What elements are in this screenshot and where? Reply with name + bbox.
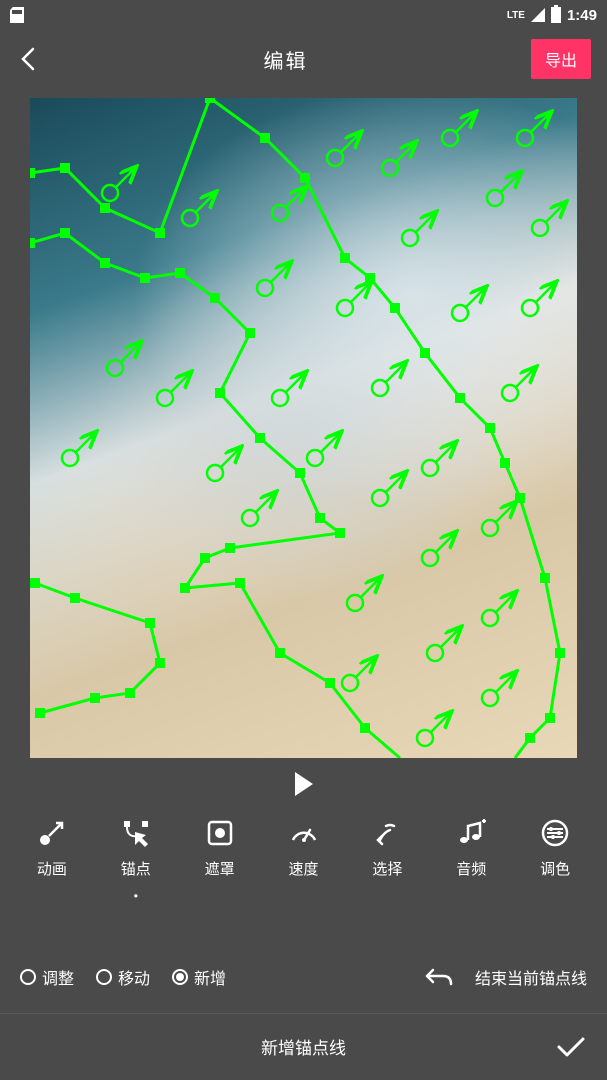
tool-mask[interactable]: 遮罩 <box>180 810 260 909</box>
signal-icon <box>531 8 545 22</box>
toolbar: 动画 锚点 遮罩 速度 选择 音频 调色 <box>0 810 607 909</box>
battery-icon <box>551 7 561 23</box>
export-button[interactable]: 导出 <box>531 39 591 79</box>
select-icon <box>370 816 404 850</box>
tool-color[interactable]: 调色 <box>515 810 595 909</box>
tool-label: 速度 <box>289 858 319 879</box>
status-time: 1:49 <box>567 7 597 24</box>
radio-label: 移动 <box>118 965 150 989</box>
sd-card-icon <box>10 7 24 23</box>
tool-select[interactable]: 选择 <box>347 810 427 909</box>
play-bar <box>0 758 607 810</box>
tool-label: 锚点 <box>121 858 151 879</box>
radio-label: 调整 <box>42 965 74 989</box>
tool-label: 动画 <box>37 858 67 879</box>
bottom-bar: 新增锚点线 <box>0 1013 607 1079</box>
tool-label: 音频 <box>456 858 486 879</box>
status-bar: LTE 1:49 <box>0 0 607 30</box>
speed-icon <box>287 816 321 850</box>
anchor-overlay <box>30 98 577 758</box>
confirm-button[interactable] <box>555 1035 587 1059</box>
color-icon <box>538 816 572 850</box>
tool-label: 调色 <box>540 858 570 879</box>
radio-label: 新增 <box>194 965 226 989</box>
back-button[interactable] <box>16 47 40 71</box>
network-label: LTE <box>507 10 525 21</box>
play-button[interactable] <box>295 772 313 796</box>
audio-icon <box>454 816 488 850</box>
mask-icon <box>203 816 237 850</box>
tool-anchor[interactable]: 锚点 <box>96 810 176 909</box>
animation-icon <box>35 816 69 850</box>
editor-canvas[interactable] <box>30 98 577 758</box>
tool-label: 选择 <box>372 858 402 879</box>
tool-audio[interactable]: 音频 <box>431 810 511 909</box>
radio-move[interactable]: 移动 <box>96 965 150 989</box>
anchor-mode-row: 调整 移动 新增 结束当前锚点线 <box>0 949 607 1005</box>
tool-animation[interactable]: 动画 <box>12 810 92 909</box>
end-anchor-button[interactable]: 结束当前锚点线 <box>475 965 587 989</box>
undo-button[interactable] <box>425 966 453 988</box>
anchor-icon <box>119 816 153 850</box>
radio-add[interactable]: 新增 <box>172 965 226 989</box>
tool-label: 遮罩 <box>205 858 235 879</box>
bottom-mode-label: 新增锚点线 <box>261 1034 346 1059</box>
page-title: 编辑 <box>40 45 531 74</box>
tool-speed[interactable]: 速度 <box>264 810 344 909</box>
radio-adjust[interactable]: 调整 <box>20 965 74 989</box>
header: 编辑 导出 <box>0 30 607 88</box>
